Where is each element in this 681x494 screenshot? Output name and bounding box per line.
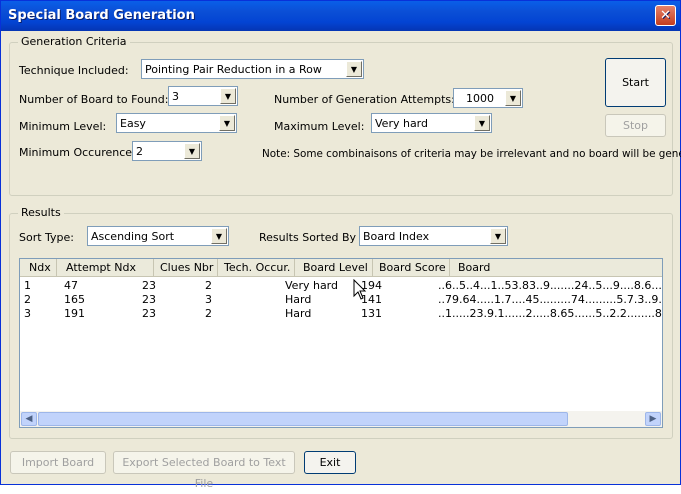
cell-board: ..79.64.....1.7....45.........74........… <box>438 293 662 306</box>
cell-tech-occur: 3 <box>205 293 212 306</box>
column-header-clues-nbr[interactable]: Clues Nbr <box>154 259 218 277</box>
dialog-window: Special Board Generation ✕ Generation Cr… <box>0 0 681 490</box>
min-occurence-value: 2 <box>136 145 143 158</box>
column-header-tech-occur[interactable]: Tech. Occur. <box>218 259 295 277</box>
attempts-label: Number of Generation Attempts: <box>274 93 455 106</box>
cell-board-score: 141 <box>361 293 382 306</box>
sorted-by-label: Results Sorted By <box>259 231 357 244</box>
sort-type-label: Sort Type: <box>19 231 75 244</box>
results-title: Results <box>18 206 64 219</box>
scroll-thumb[interactable] <box>38 412 568 426</box>
horizontal-scrollbar[interactable]: ◀ ▶ <box>20 411 662 427</box>
cell-ndx: 1 <box>24 279 31 292</box>
attempts-select[interactable]: 1000 ▼ <box>453 88 523 108</box>
chevron-down-icon[interactable]: ▼ <box>505 90 521 106</box>
chevron-down-icon[interactable]: ▼ <box>474 115 490 131</box>
table-row[interactable]: 3 191 23 2 Hard 131 ..1.....23.9.1......… <box>20 307 662 321</box>
min-occurence-label: Minimum Occurence: <box>19 146 136 159</box>
cell-board-score: 194 <box>361 279 382 292</box>
technique-value: Pointing Pair Reduction in a Row <box>145 63 322 76</box>
window-title: Special Board Generation <box>8 8 195 23</box>
cell-tech-occur: 2 <box>205 279 212 292</box>
min-level-value: Easy <box>120 117 146 130</box>
chevron-down-icon[interactable]: ▼ <box>211 228 227 244</box>
title-bar: Special Board Generation ✕ <box>1 1 680 31</box>
table-row[interactable]: 1 47 23 2 Very hard 194 ..6..5..4...1..5… <box>20 279 662 293</box>
attempts-value: 1000 <box>466 92 494 105</box>
technique-select[interactable]: Pointing Pair Reduction in a Row ▼ <box>141 59 364 79</box>
cell-board-score: 131 <box>361 307 382 320</box>
num-boards-label: Number of Board to Found: <box>19 93 169 106</box>
max-level-label: Maximum Level: <box>274 120 365 133</box>
cell-clues-nbr: 23 <box>142 307 156 320</box>
stop-button[interactable]: Stop <box>605 114 666 137</box>
column-header-board-level[interactable]: Board Level <box>295 259 373 277</box>
scroll-right-icon[interactable]: ▶ <box>645 412 661 426</box>
column-header-ndx[interactable]: Ndx <box>20 259 57 277</box>
chevron-down-icon[interactable]: ▼ <box>184 143 200 159</box>
technique-label: Technique Included: <box>19 64 129 77</box>
chevron-down-icon[interactable]: ▼ <box>346 61 362 77</box>
cell-tech-occur: 2 <box>205 307 212 320</box>
column-header-board[interactable]: Board <box>450 259 662 277</box>
num-boards-select[interactable]: 3 ▼ <box>168 86 238 106</box>
export-board-button[interactable]: Export Selected Board to Text File <box>113 451 295 490</box>
scroll-left-icon[interactable]: ◀ <box>21 412 37 426</box>
cell-board-level: Very hard <box>285 279 338 292</box>
sort-type-select[interactable]: Ascending Sort ▼ <box>87 226 229 246</box>
chevron-down-icon[interactable]: ▼ <box>220 88 236 104</box>
max-level-value: Very hard <box>375 117 428 130</box>
mouse-cursor-icon <box>353 279 367 300</box>
column-header-attempt-ndx[interactable]: Attempt Ndx <box>57 259 154 277</box>
cell-ndx: 2 <box>24 293 31 306</box>
import-board-button[interactable]: Import Board <box>10 451 106 474</box>
cell-board-level: Hard <box>285 307 312 320</box>
start-button[interactable]: Start <box>605 58 666 107</box>
chevron-down-icon[interactable]: ▼ <box>219 115 235 131</box>
exit-button[interactable]: Exit <box>304 451 356 474</box>
close-icon: ✕ <box>660 8 671 23</box>
sorted-by-value: Board Index <box>363 230 430 243</box>
generation-criteria-title: Generation Criteria <box>18 35 130 48</box>
cell-ndx: 3 <box>24 307 31 320</box>
cell-clues-nbr: 23 <box>142 279 156 292</box>
max-level-select[interactable]: Very hard ▼ <box>371 113 492 133</box>
close-button[interactable]: ✕ <box>655 5 676 26</box>
listview-header: Ndx Attempt Ndx Clues Nbr Tech. Occur. B… <box>20 259 662 277</box>
min-occurence-select[interactable]: 2 ▼ <box>132 141 202 161</box>
min-level-select[interactable]: Easy ▼ <box>116 113 237 133</box>
num-boards-value: 3 <box>172 90 179 103</box>
cell-board-level: Hard <box>285 293 312 306</box>
table-row[interactable]: 2 165 23 3 Hard 141 ..79.64.....1.7....4… <box>20 293 662 307</box>
sort-type-value: Ascending Sort <box>91 230 175 243</box>
cell-clues-nbr: 23 <box>142 293 156 306</box>
criteria-note: Note: Some combinaisons of criteria may … <box>262 148 681 160</box>
column-header-board-score[interactable]: Board Score <box>373 259 450 277</box>
min-level-label: Minimum Level: <box>19 120 107 133</box>
sorted-by-select[interactable]: Board Index ▼ <box>359 226 508 246</box>
chevron-down-icon[interactable]: ▼ <box>490 228 506 244</box>
cell-board: ..1.....23.9.1......2.....8.65......5..2… <box>438 307 662 320</box>
results-listview[interactable]: Ndx Attempt Ndx Clues Nbr Tech. Occur. B… <box>19 258 663 428</box>
cell-board: ..6..5..4...1..53.83..9.......24..5...9.… <box>438 279 663 292</box>
